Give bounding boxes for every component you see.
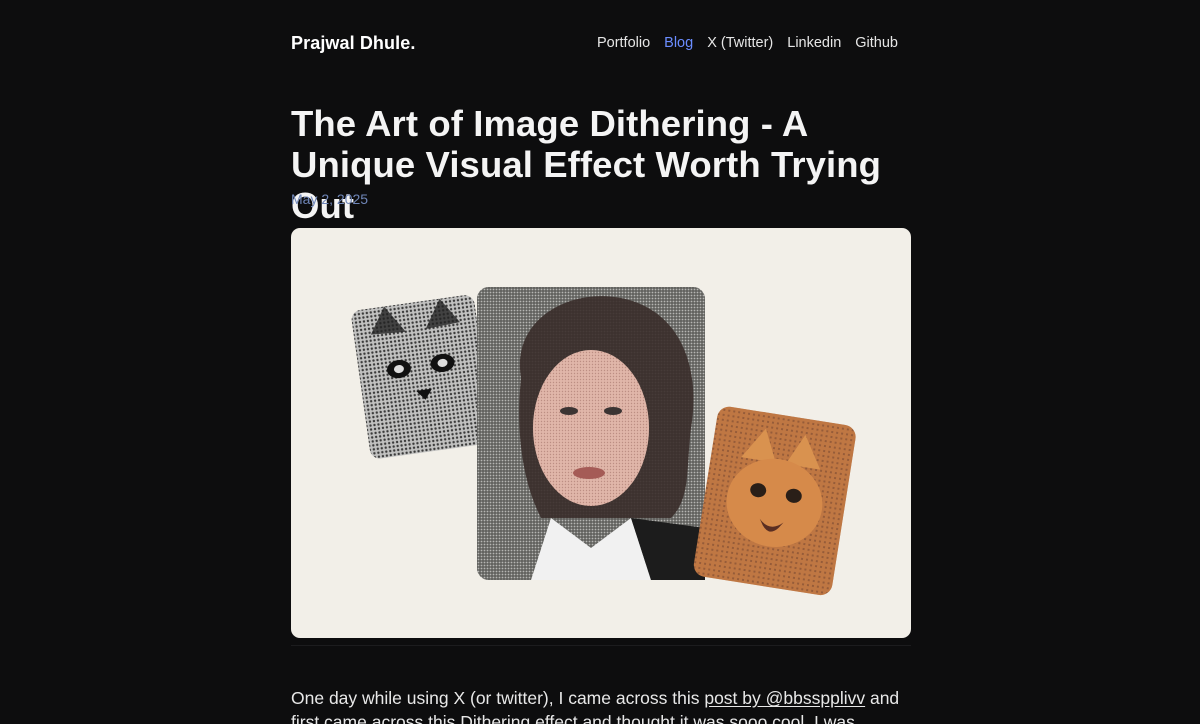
site-header: Prajwal Dhule. Portfolio Blog X (Twitter… — [291, 30, 898, 56]
site-logo[interactable]: Prajwal Dhule. — [291, 33, 415, 54]
intro-text-before: One day while using X (or twitter), I ca… — [291, 688, 705, 708]
nav-twitter[interactable]: X (Twitter) — [707, 35, 773, 51]
article-title: The Art of Image Dithering - A Unique Vi… — [291, 103, 882, 226]
nav-github[interactable]: Github — [855, 35, 898, 51]
hero-image — [291, 228, 911, 638]
dithered-cat-grayscale — [351, 295, 493, 459]
article-date: May 2, 2025 — [291, 191, 369, 207]
nav-linkedin[interactable]: Linkedin — [787, 35, 841, 51]
dithered-cat-orange — [693, 406, 856, 596]
nav-portfolio[interactable]: Portfolio — [597, 35, 650, 51]
nav-blog[interactable]: Blog — [664, 35, 693, 51]
divider — [291, 645, 911, 646]
main-nav: Portfolio Blog X (Twitter) Linkedin Gith… — [597, 35, 898, 51]
dithered-portrait-woman — [477, 287, 705, 580]
page: Prajwal Dhule. Portfolio Blog X (Twitter… — [0, 0, 1200, 724]
intro-post-link[interactable]: post by @bbsspplivv — [704, 688, 865, 708]
article-intro: One day while using X (or twitter), I ca… — [291, 686, 916, 724]
